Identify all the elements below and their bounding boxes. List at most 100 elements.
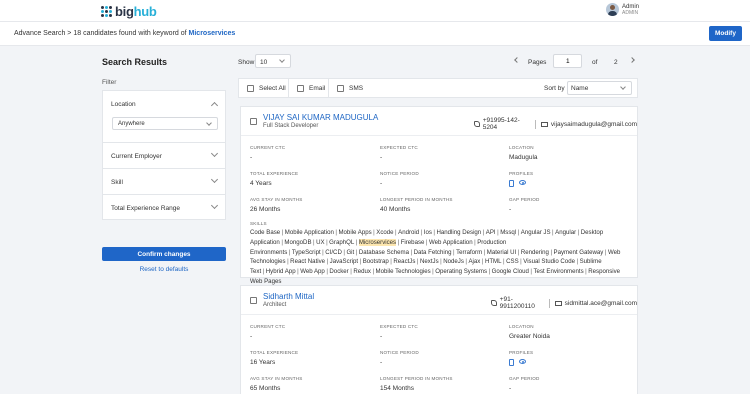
location-select[interactable]: Anywhere — [112, 117, 218, 130]
filter-skill[interactable]: Skill — [103, 169, 225, 195]
field-value: - — [380, 333, 383, 340]
page-size-select[interactable]: 10 — [255, 54, 291, 68]
filter-current-employer[interactable]: Current Employer — [103, 143, 225, 169]
confirm-changes-button[interactable]: Confirm changes — [102, 247, 226, 261]
skill-tag: Operating Systems — [435, 268, 488, 276]
skill-separator: | — [481, 258, 484, 266]
skill-tag: GraphQL — [329, 238, 355, 246]
candidate-email[interactable]: sidmittal.ace@gmail.com — [565, 300, 637, 307]
sms-action[interactable]: SMS — [329, 79, 369, 97]
field-label: NOTICE PERIOD — [380, 350, 419, 355]
avg-stay-field: AVG STAY IN MONTHS 26 Months — [250, 197, 303, 213]
skill-separator: | — [576, 258, 579, 266]
filter-location-label[interactable]: Location — [111, 101, 136, 108]
skill-separator: | — [503, 258, 505, 266]
document-icon[interactable] — [509, 359, 514, 366]
select-all-checkbox[interactable] — [247, 84, 254, 92]
skill-separator: | — [335, 229, 337, 236]
document-icon[interactable] — [509, 180, 514, 187]
skill-tag: Docker — [329, 268, 349, 276]
email-checkbox[interactable] — [297, 84, 304, 92]
skill-tag: JavaScript — [329, 258, 359, 266]
skill-tag: Angular JS — [520, 229, 551, 236]
phone-icon — [474, 121, 480, 127]
field-value: 26 Months — [250, 206, 281, 213]
eye-icon[interactable] — [519, 180, 526, 185]
modify-button[interactable]: Modify — [709, 26, 742, 41]
skill-tag: Rendering — [520, 248, 549, 256]
breadcrumb: Advance Search > 18 candidates found wit… — [14, 30, 235, 37]
field-label: LOCATION — [509, 145, 534, 150]
field-value: - — [250, 333, 253, 340]
sort-select[interactable]: Name — [567, 81, 632, 95]
skill-separator: | — [410, 248, 413, 256]
phone-icon — [491, 300, 497, 306]
candidate-checkbox[interactable] — [250, 297, 257, 304]
logo-dot — [105, 5, 108, 9]
logo-dot — [101, 9, 104, 13]
field-value: - — [380, 180, 383, 187]
field-value: Greater Noida — [509, 333, 550, 340]
sms-checkbox[interactable] — [337, 84, 344, 92]
reset-defaults-link[interactable]: Reset to defaults — [102, 266, 226, 273]
email-action[interactable]: Email — [289, 79, 329, 97]
skill-separator: | — [577, 229, 580, 236]
candidate-card: VIJAY SAI KUMAR MADUGULA Full Stack Deve… — [240, 106, 638, 285]
candidate-name[interactable]: VIJAY SAI KUMAR MADUGULA — [263, 113, 378, 122]
gap-period-field: GAP PERIOD - — [509, 197, 540, 213]
candidate-phone[interactable]: +91-9911200110 — [500, 296, 544, 310]
skill-separator: | — [262, 268, 265, 276]
filter-section-label: Skill — [111, 179, 123, 186]
skill-separator: | — [474, 238, 476, 246]
avatar — [606, 3, 619, 16]
field-value: - — [509, 385, 512, 392]
show-label: Show — [238, 59, 255, 66]
longest-period-field: LONGEST PERIOD IN MONTHS 154 Months — [380, 376, 453, 392]
skill-separator: | — [359, 258, 362, 266]
skill-tag: Code Base — [250, 229, 281, 236]
chevron-right-icon[interactable] — [629, 57, 635, 63]
page-size-value: 10 — [260, 59, 268, 66]
skill-tag: MongoDB — [284, 238, 312, 246]
candidate-name[interactable]: Sidharth Mittal — [263, 292, 314, 301]
field-value: - — [250, 154, 253, 161]
skill-separator: | — [420, 229, 423, 236]
skill-separator: | — [343, 248, 345, 256]
select-all-label: Select All — [259, 84, 286, 92]
skill-separator: | — [355, 238, 358, 246]
filter-experience-range[interactable]: Total Experience Range — [103, 195, 225, 220]
skill-separator: | — [395, 229, 397, 236]
logo-dot — [109, 13, 112, 17]
field-label: EXPECTED CTC — [380, 324, 418, 329]
filter-location: Location Anywhere — [103, 91, 225, 143]
skill-separator: | — [425, 238, 428, 246]
skill-tag: TypeScript — [291, 248, 321, 256]
select-all-control[interactable]: Select All — [239, 79, 289, 97]
candidate-phone[interactable]: +91995-142-5204 — [483, 117, 531, 131]
user-menu[interactable]: Admin ADMIN — [606, 3, 639, 16]
logo-mark-icon — [101, 5, 112, 17]
field-label: LONGEST PERIOD IN MONTHS — [380, 197, 453, 202]
skill-separator: | — [288, 248, 291, 256]
candidate-email[interactable]: vijaysaimadugula@gmail.com — [551, 121, 637, 128]
notice-period-field: NOTICE PERIOD - — [380, 350, 419, 366]
skill-tag: Android — [398, 229, 420, 236]
candidate-checkbox[interactable] — [250, 118, 257, 125]
gap-period-field: GAP PERIOD - — [509, 376, 540, 392]
top-navbar: bighub Admin ADMIN — [0, 0, 750, 22]
mail-icon — [541, 121, 548, 127]
eye-icon[interactable] — [519, 359, 526, 364]
skill-tag: Terraform — [456, 248, 483, 256]
current-ctc-field: CURRENT CTC - — [250, 324, 285, 340]
skill-separator: | — [355, 248, 358, 256]
skill-tag: Mobile Application — [284, 229, 334, 236]
field-label: LONGEST PERIOD IN MONTHS — [380, 376, 453, 381]
chevron-up-icon[interactable] — [210, 101, 219, 110]
bighub-logo[interactable]: bighub — [101, 3, 157, 19]
page-number-input[interactable] — [553, 54, 582, 68]
skill-separator: | — [281, 229, 284, 236]
logo-dot — [101, 5, 104, 9]
chevron-left-icon[interactable] — [514, 57, 520, 63]
field-label: AVG STAY IN MONTHS — [250, 197, 303, 202]
divider — [535, 119, 537, 129]
